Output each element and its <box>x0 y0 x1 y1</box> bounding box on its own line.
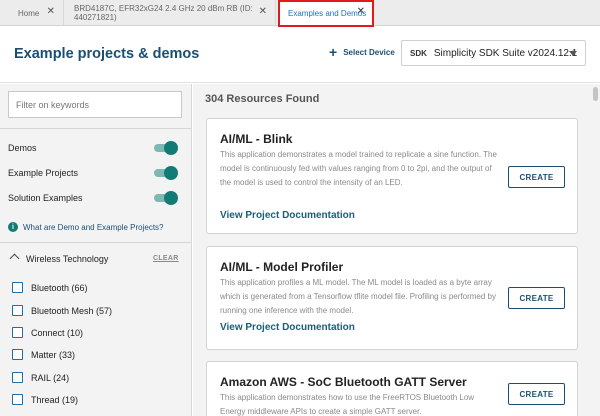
checkbox-label: Bluetooth (66) <box>31 282 88 293</box>
section-title: Wireless Technology <box>26 254 109 264</box>
plus-icon: + <box>329 44 338 60</box>
checkbox[interactable] <box>12 282 23 293</box>
toggle-row-solution-examples: Solution Examples <box>8 190 178 206</box>
close-icon[interactable]: ✕ <box>357 7 365 17</box>
checkbox-row-rail[interactable]: RAIL (24) <box>12 372 69 383</box>
results-panel: 304 Resources Found AI/ML - Blink This a… <box>193 84 600 416</box>
tab-examples-and-demos[interactable]: Examples and Demos ✕ <box>278 0 374 27</box>
filter-input[interactable] <box>8 91 182 118</box>
checkbox-row-connect[interactable]: Connect (10) <box>12 327 83 338</box>
checkbox-label: Connect (10) <box>31 327 84 338</box>
select-device-button[interactable]: + Select Device <box>329 44 395 60</box>
checkbox[interactable] <box>12 349 23 360</box>
results-count: 304 Resources Found <box>205 93 320 105</box>
toggle-row-example-projects: Example Projects <box>8 165 178 181</box>
tab-home[interactable]: Home ✕ <box>8 0 64 26</box>
close-icon[interactable]: ✕ <box>259 7 267 17</box>
create-button[interactable]: CREATE <box>508 287 565 309</box>
checkbox-label: RAIL (24) <box>31 372 70 383</box>
checkbox-row-thread[interactable]: Thread (19) <box>12 394 78 405</box>
clear-button[interactable]: CLEAR <box>153 255 179 262</box>
card-description: This application demonstrates how to use… <box>220 393 475 416</box>
scrollbar[interactable] <box>593 87 598 101</box>
resource-card: AI/ML - Blink This application demonstra… <box>206 118 578 234</box>
toggle-label: Solution Examples <box>8 193 83 203</box>
checkbox[interactable] <box>12 372 23 383</box>
create-button[interactable]: CREATE <box>508 383 565 405</box>
card-title: AI/ML - Blink <box>220 132 293 146</box>
card-description: This application profiles a ML model. Th… <box>220 278 496 315</box>
card-description: This application demonstrates a model tr… <box>220 150 497 187</box>
card-title: AI/ML - Model Profiler <box>220 260 344 274</box>
tab-device[interactable]: BRD4187C, EFR32xG24 2.4 GHz 20 dBm RB (I… <box>64 0 276 26</box>
divider <box>0 128 191 129</box>
resource-card: Amazon AWS - SoC Bluetooth GATT Server T… <box>206 361 578 416</box>
sdk-tag: SDK <box>410 48 427 58</box>
checkbox[interactable] <box>12 327 23 338</box>
divider <box>0 242 191 243</box>
tab-bar: Home ✕ BRD4187C, EFR32xG24 2.4 GHz 20 dB… <box>0 0 600 27</box>
card-title: Amazon AWS - SoC Bluetooth GATT Server <box>220 375 467 389</box>
tab-examples-label: Examples and Demos <box>288 9 367 18</box>
page-header: Example projects & demos + Select Device… <box>0 27 600 83</box>
close-icon[interactable]: ✕ <box>47 7 55 17</box>
filter-panel: Demos Example Projects Solution Examples… <box>0 84 192 416</box>
toggle-label: Example Projects <box>8 168 79 178</box>
page-title: Example projects & demos <box>14 46 200 62</box>
checkbox-row-bluetooth-mesh[interactable]: Bluetooth Mesh (57) <box>12 305 112 316</box>
solution-examples-toggle[interactable] <box>154 191 178 205</box>
toggle-label: Demos <box>8 143 37 153</box>
tab-home-label: Home <box>18 8 40 18</box>
checkbox-row-bluetooth[interactable]: Bluetooth (66) <box>12 282 88 293</box>
wireless-technology-section[interactable]: Wireless Technology CLEAR <box>0 249 191 269</box>
info-link[interactable]: i What are Demo and Example Projects? <box>8 222 164 232</box>
checkbox-label: Bluetooth Mesh (57) <box>31 305 113 316</box>
resource-card: AI/ML - Model Profiler This application … <box>206 246 578 350</box>
select-device-label: Select Device <box>343 47 395 57</box>
info-link-label: What are Demo and Example Projects? <box>23 222 164 232</box>
view-documentation-link[interactable]: View Project Documentation <box>220 210 355 221</box>
checkbox-label: Matter (33) <box>31 349 76 360</box>
example-projects-toggle[interactable] <box>154 166 178 180</box>
checkbox[interactable] <box>12 394 23 405</box>
chevron-down-icon <box>569 51 577 56</box>
checkbox-row-matter[interactable]: Matter (33) <box>12 349 75 360</box>
toggle-row-demos: Demos <box>8 140 178 156</box>
checkbox-label: Thread (19) <box>31 394 79 405</box>
demos-toggle[interactable] <box>154 141 178 155</box>
info-icon: i <box>8 222 18 232</box>
create-button[interactable]: CREATE <box>508 166 565 188</box>
tab-device-label: BRD4187C, EFR32xG24 2.4 GHz 20 dBm RB (I… <box>74 4 253 22</box>
sdk-select[interactable]: SDK Simplicity SDK Suite v2024.12.1 <box>401 40 586 66</box>
chevron-up-icon[interactable] <box>9 253 20 264</box>
sdk-value: Simplicity SDK Suite v2024.12.1 <box>433 47 578 59</box>
view-documentation-link[interactable]: View Project Documentation <box>220 322 355 333</box>
checkbox[interactable] <box>12 305 23 316</box>
